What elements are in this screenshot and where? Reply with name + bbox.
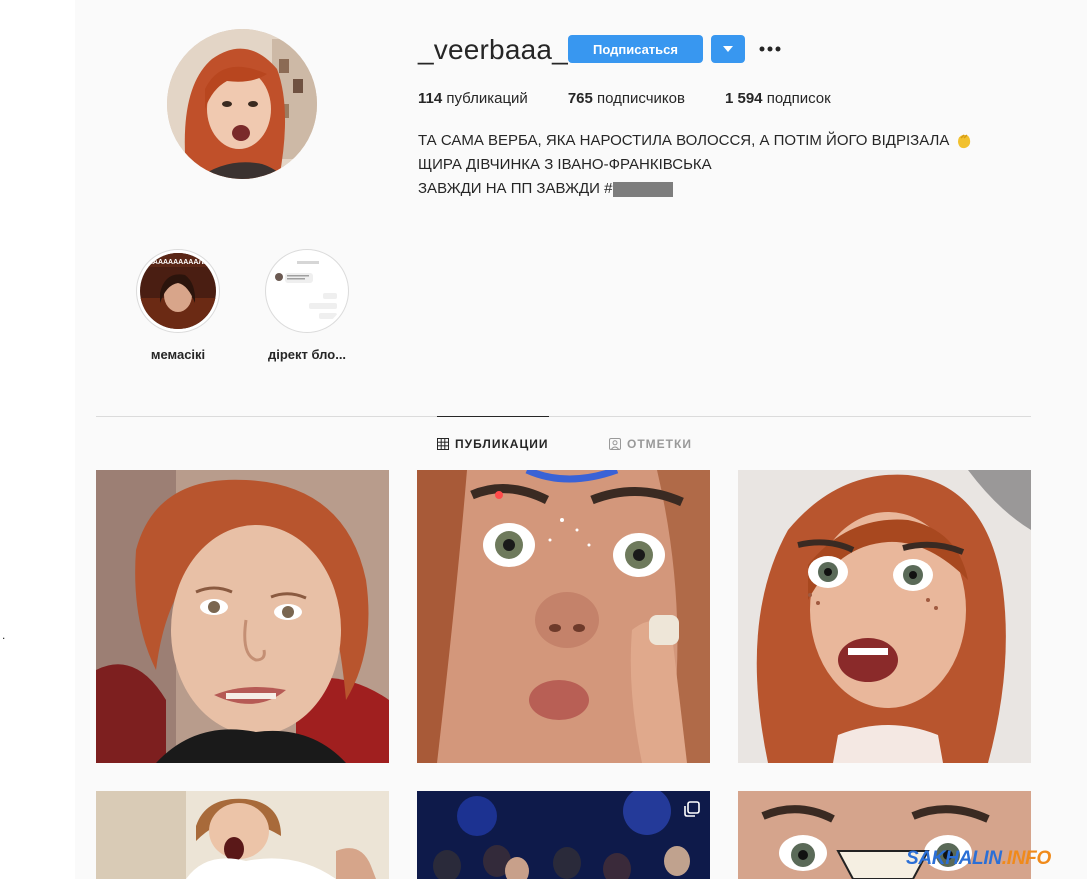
highlight-direct-cover	[269, 253, 345, 329]
site-watermark: SAKHALIN.INFO	[906, 848, 1051, 870]
tab-posts[interactable]: ПУБЛИКАЦИИ	[437, 437, 548, 451]
profile-avatar[interactable]	[167, 29, 317, 179]
followers-count[interactable]: 765 подписчиков	[568, 90, 685, 107]
posts-count: 114 публикаций	[418, 90, 528, 107]
profile-bio: ТА САМА ВЕРБА, ЯКА НАРОСТИЛА ВОЛОССЯ, А …	[418, 129, 973, 201]
post-5[interactable]	[417, 791, 710, 879]
post-2[interactable]	[417, 470, 710, 763]
grid-icon	[437, 438, 449, 450]
highlight-memes[interactable]: АААААААААААЛЛЛ мемасікі	[118, 249, 238, 362]
bio-line-1-text: ТА САМА ВЕРБА, ЯКА НАРОСТИЛА ВОЛОССЯ, А …	[418, 132, 950, 149]
follow-button[interactable]: Подписаться	[568, 35, 703, 63]
bio-line-3-text: ЗАВЖДИ НА ПП ЗАВЖДИ #	[418, 180, 613, 197]
highlight-direct[interactable]: дірект бло...	[247, 249, 367, 362]
post-4[interactable]	[96, 791, 389, 879]
tab-tagged[interactable]: ОТМЕТКИ	[609, 437, 692, 451]
highlight-direct-ring	[265, 249, 349, 333]
ellipsis-icon	[759, 46, 781, 52]
highlight-memes-label: мемасікі	[150, 347, 206, 362]
bio-line-2: ЩИРА ДІВЧИНКА З ІВАНО-ФРАНКІВСЬКА	[418, 153, 973, 177]
followers-count-label: подписчиков	[597, 90, 685, 107]
bio-line-3: ЗАВЖДИ НА ПП ЗАВЖДИ #	[418, 177, 973, 201]
highlight-memes-ring: АААААААААААЛЛЛ	[136, 249, 220, 333]
profile-stats: 114 публикаций 765 подписчиков 1 594 под…	[418, 90, 871, 107]
redacted-hashtag	[613, 181, 674, 197]
highlight-memes-cover: АААААААААААЛЛЛ	[140, 253, 216, 329]
highlight-direct-label: дірект бло...	[267, 347, 347, 362]
profile-username: _veerbaaa_	[418, 34, 568, 65]
tab-tagged-label: ОТМЕТКИ	[627, 437, 692, 451]
following-count[interactable]: 1 594 подписок	[725, 90, 831, 107]
bio-line-1: ТА САМА ВЕРБА, ЯКА НАРОСТИЛА ВОЛОССЯ, А …	[418, 129, 973, 153]
followers-count-value: 765	[567, 90, 593, 107]
follow-dropdown-button[interactable]	[711, 35, 745, 63]
tab-posts-label: ПУБЛИКАЦИИ	[455, 437, 549, 451]
watermark-part-1: SAKHALIN	[906, 848, 1002, 869]
carousel-icon	[684, 801, 700, 817]
hand-emoji-icon	[958, 134, 971, 149]
bio-line-2-text: ЩИРА ДІВЧИНКА З ІВАНО-ФРАНКІВСЬКА	[418, 156, 712, 173]
post-1[interactable]	[96, 470, 389, 763]
tagged-person-icon	[609, 438, 621, 450]
following-count-value: 1 594	[724, 90, 763, 107]
highlight-memes-overlay-text: АААААААААААЛЛЛ	[143, 259, 214, 266]
stray-mark: .	[2, 628, 6, 642]
post-3[interactable]	[738, 470, 1031, 763]
tabs-divider	[96, 416, 1031, 417]
active-tab-indicator	[437, 416, 549, 417]
following-count-label: подписок	[766, 90, 831, 107]
posts-count-value: 114	[418, 90, 443, 107]
posts-count-label: публикаций	[446, 90, 528, 107]
options-button[interactable]	[757, 36, 783, 62]
watermark-part-2: .INFO	[1001, 848, 1051, 869]
triangle-down-icon	[723, 46, 733, 52]
